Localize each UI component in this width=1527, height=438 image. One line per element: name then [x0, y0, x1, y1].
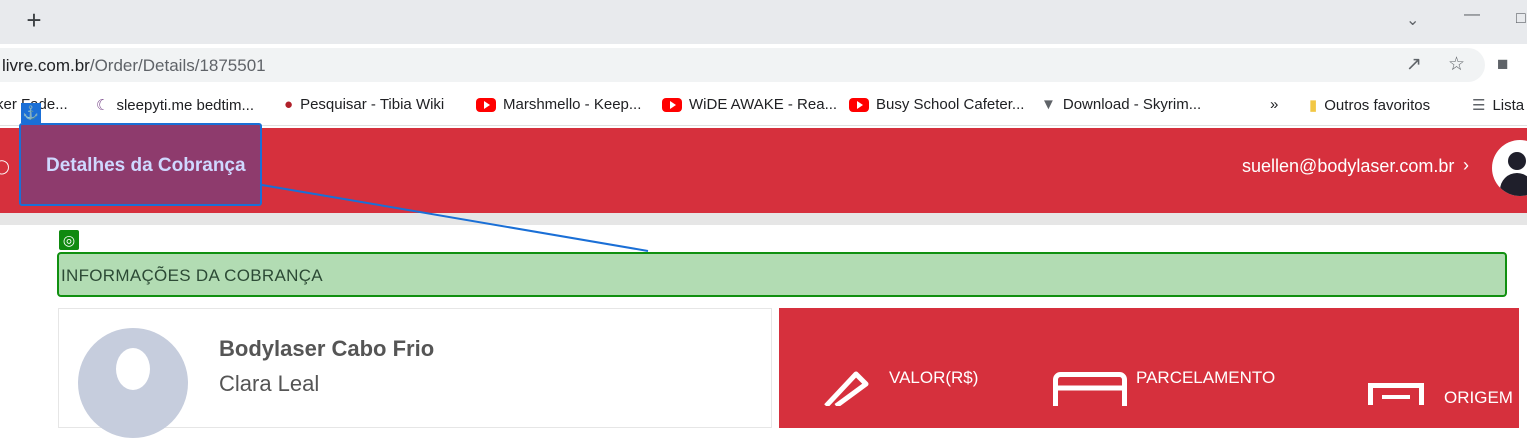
- valor-label: VALOR(R$): [889, 368, 979, 387]
- profile-avatar: [78, 328, 188, 438]
- company-name: Bodylaser Cabo Frio: [219, 336, 435, 361]
- target-icon: ◎: [59, 230, 79, 250]
- parcelamento-label: PARCELAMENTO: [1136, 368, 1276, 387]
- card-icon: [1053, 372, 1127, 406]
- origem-label: ORIGEM: [1444, 388, 1513, 407]
- avatar-silhouette: [116, 348, 150, 390]
- document-icon: [1368, 383, 1424, 405]
- connector-line: [261, 184, 649, 252]
- pencil-icon: [824, 371, 869, 406]
- client-name: Clara Leal: [219, 371, 320, 396]
- section-title: INFORMAÇÕES DA COBRANÇA: [61, 266, 323, 285]
